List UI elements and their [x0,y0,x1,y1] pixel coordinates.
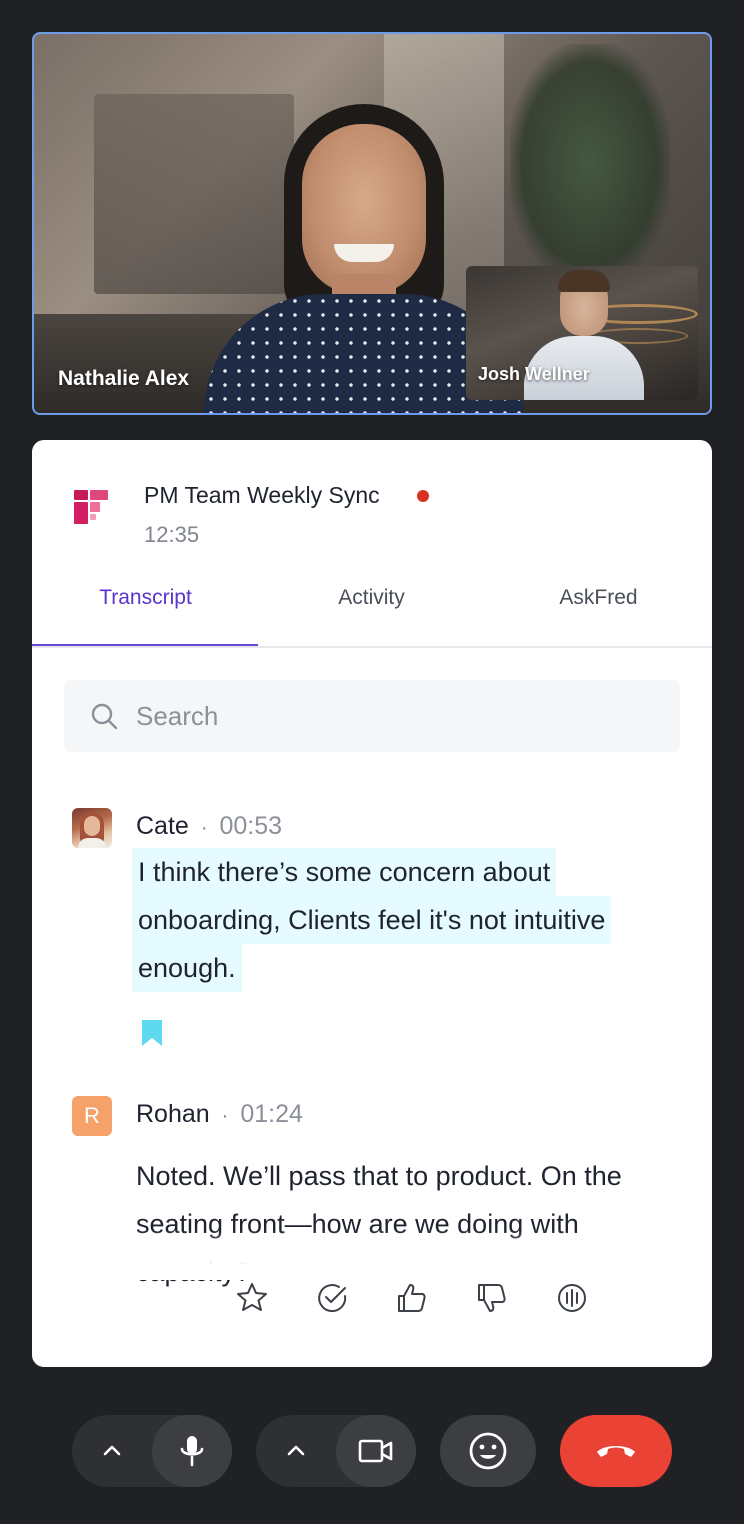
search-icon [91,703,118,730]
search-input[interactable] [136,694,656,738]
main-participant-name: Nathalie Alex [58,367,190,390]
speaker-name: Rohan [136,1100,210,1128]
pip-video-tile[interactable]: Josh Wellner [466,266,698,400]
scroll-fade [32,1230,712,1280]
speaker-line: Rohan · 01:24 [136,1100,303,1129]
tab-bar: Transcript Activity AskFred [32,568,712,648]
tab-transcript[interactable]: Transcript [32,586,259,610]
microphone-control-group [72,1415,232,1487]
microphone-icon [180,1436,204,1467]
speaker-line: Cate · 00:53 [136,812,282,841]
meeting-panel: PM Team Weekly Sync 12:35 Transcript Act… [32,440,712,1367]
highlighted-line: enough. [132,944,242,992]
check-circle-icon[interactable] [312,1278,352,1318]
transcript-line: Noted. We’ll pass that to product. On th… [136,1161,622,1191]
pip-participant-name: Josh Wellner [478,364,590,384]
camera-button[interactable] [336,1415,416,1487]
camera-control-group [256,1415,416,1487]
highlighted-line: onboarding, Clients feel it's not intuit… [132,896,612,944]
reactions-button[interactable] [440,1415,536,1487]
separator: · [200,817,208,839]
microphone-button[interactable] [152,1415,232,1487]
search-box[interactable] [64,680,680,752]
tab-activity[interactable]: Activity [258,586,485,610]
main-video-tile[interactable]: Nathalie Alex Josh Wellner [32,32,712,415]
speaker-name: Cate [136,812,189,840]
hair [558,270,610,292]
timestamp[interactable]: 00:53 [219,812,282,840]
background-plant [510,44,670,284]
emoji-icon [469,1432,507,1470]
thumbs-up-icon[interactable] [392,1278,432,1318]
transcript-text[interactable]: I think there’s some concern about onboa… [132,848,612,992]
action-bar [32,1278,712,1338]
face [302,124,426,294]
end-call-button[interactable] [560,1415,672,1487]
avatar [72,808,112,848]
recording-indicator [417,490,429,502]
meeting-title: PM Team Weekly Sync [144,482,380,508]
app-logo-icon [74,490,108,524]
chevron-up-icon [103,1445,121,1456]
audio-options-button[interactable] [72,1415,152,1487]
thumbs-down-icon[interactable] [472,1278,512,1318]
end-call-icon [597,1446,635,1457]
star-icon[interactable] [232,1278,272,1318]
chevron-up-icon [287,1445,305,1456]
meeting-duration: 12:35 [144,522,200,547]
timestamp[interactable]: 01:24 [240,1100,303,1128]
video-camera-icon [358,1439,393,1463]
video-options-button[interactable] [256,1415,336,1487]
separator: · [221,1105,229,1127]
highlighted-line: I think there’s some concern about [132,848,557,896]
active-tab-indicator [32,644,258,646]
avatar: R [72,1096,112,1136]
tab-askfred[interactable]: AskFred [485,586,712,610]
smile [334,244,394,262]
bookmark-icon[interactable] [140,1018,164,1048]
call-window: Nathalie Alex Josh Wellner PM Team Weekl… [0,0,744,1524]
audio-wave-icon[interactable] [552,1278,592,1318]
